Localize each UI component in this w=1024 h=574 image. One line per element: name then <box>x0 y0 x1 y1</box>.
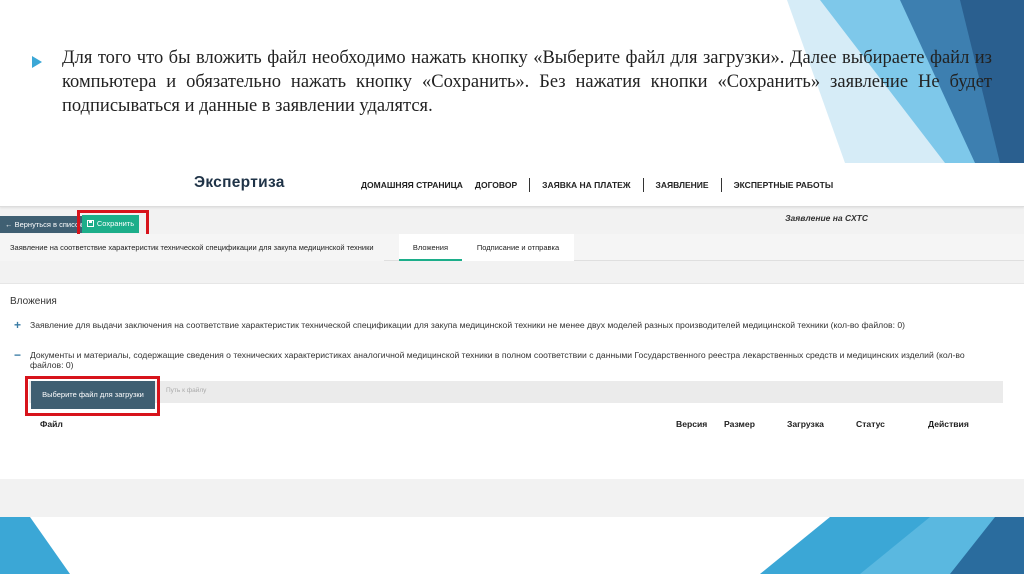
nav-expert-works[interactable]: ЭКСПЕРТНЫЕ РАБОТЫ <box>734 180 834 190</box>
nav-application[interactable]: ЗАЯВЛЕНИЕ <box>656 180 709 190</box>
tab-bar: Заявление на соответствие характеристик … <box>0 234 1024 261</box>
attachment-group-label: Заявление для выдачи заключения на соотв… <box>30 320 905 330</box>
collapse-minus-icon[interactable]: − <box>14 349 24 361</box>
main-nav: ДОМАШНЯЯ СТРАНИЦА ДОГОВОР ЗАЯВКА НА ПЛАТ… <box>361 177 833 193</box>
nav-payment-request[interactable]: ЗАЯВКА НА ПЛАТЕЖ <box>542 180 630 190</box>
column-header-size: Размер <box>724 419 755 429</box>
attachment-group-collapsed[interactable]: + Заявление для выдачи заключения на соо… <box>14 319 994 331</box>
instruction-bullet: Для того что бы вложить файл необходимо … <box>32 46 992 118</box>
page-title: Заявление на СХТС <box>785 213 868 223</box>
nav-contract[interactable]: ДОГОВОР <box>475 180 517 190</box>
section-title: Вложения <box>10 296 57 307</box>
highlight-frame-upload <box>25 376 160 416</box>
nav-divider <box>529 178 531 192</box>
column-header-version: Версия <box>676 419 708 429</box>
file-path-placeholder: Путь к файлу <box>166 387 207 394</box>
app-screenshot: Экспертиза ДОМАШНЯЯ СТРАНИЦА ДОГОВОР ЗАЯ… <box>0 163 1024 517</box>
nav-home[interactable]: ДОМАШНЯЯ СТРАНИЦА <box>361 180 463 190</box>
column-header-status: Статус <box>856 419 885 429</box>
attachment-group-expanded[interactable]: − Документы и материалы, содержащие свед… <box>14 349 994 370</box>
column-header-file: Файл <box>40 419 63 429</box>
expand-plus-icon[interactable]: + <box>14 319 24 331</box>
toolbar <box>0 210 1024 234</box>
back-to-list-button[interactable]: ← Вернуться в список <box>0 216 88 233</box>
tab-sign-and-send[interactable]: Подписание и отправка <box>462 234 574 261</box>
column-header-upload: Загрузка <box>787 419 824 429</box>
instruction-text: Для того что бы вложить файл необходимо … <box>62 48 992 116</box>
files-table-header: Файл Версия Размер Загрузка Статус Дейст… <box>0 419 1024 433</box>
tab-application[interactable]: Заявление на соответствие характеристик … <box>0 234 384 261</box>
tab-attachments[interactable]: Вложения <box>399 234 462 261</box>
attachments-panel: Вложения + Заявление для выдачи заключен… <box>0 283 1024 479</box>
app-logo[interactable]: Экспертиза <box>194 174 285 192</box>
column-header-actions: Действия <box>928 419 969 429</box>
bullet-arrow-icon <box>32 56 42 68</box>
app-header: Экспертиза ДОМАШНЯЯ СТРАНИЦА ДОГОВОР ЗАЯ… <box>0 163 1024 207</box>
nav-divider <box>642 178 644 192</box>
nav-divider <box>720 178 722 192</box>
attachment-group-label: Документы и материалы, содержащие сведен… <box>30 350 965 370</box>
